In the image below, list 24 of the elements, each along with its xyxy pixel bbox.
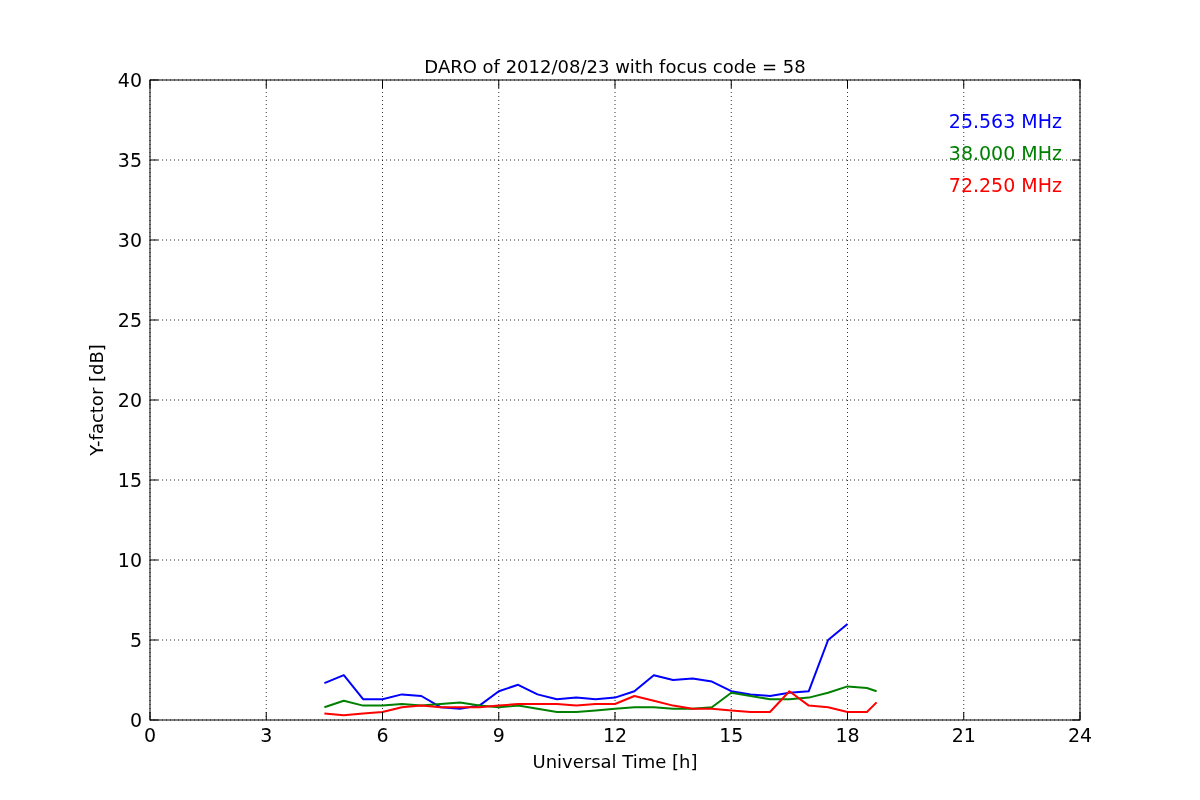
tick-label: 25	[117, 309, 142, 331]
tick-label: 21	[951, 724, 976, 746]
tick-label: 40	[117, 69, 142, 91]
legend-label: 38.000 MHz	[948, 142, 1062, 164]
tick-label: 10	[117, 549, 142, 571]
tick-label: 20	[117, 389, 142, 411]
tick-label: 15	[117, 469, 142, 491]
tick-label: 3	[260, 724, 273, 746]
tick-label: 24	[1067, 724, 1093, 746]
tick-label: 30	[117, 229, 142, 251]
chart-title: DARO of 2012/08/23 with focus code = 58	[424, 56, 806, 77]
x-axis-label: Universal Time [h]	[532, 751, 698, 772]
tick-label: 6	[376, 724, 389, 746]
tick-label: 0	[129, 709, 142, 731]
y-axis-label: Y-factor [dB]	[86, 344, 107, 456]
tick-label: 12	[602, 724, 628, 746]
tick-label: 0	[143, 724, 157, 746]
legend-label: 72.250 MHz	[948, 174, 1062, 196]
tick-label: 18	[835, 724, 860, 746]
tick-label: 35	[117, 149, 142, 171]
tick-label: 5	[129, 629, 142, 651]
tick-label: 15	[719, 724, 744, 746]
tick-label: 9	[492, 724, 505, 746]
legend-label: 25.563 MHz	[948, 110, 1062, 132]
